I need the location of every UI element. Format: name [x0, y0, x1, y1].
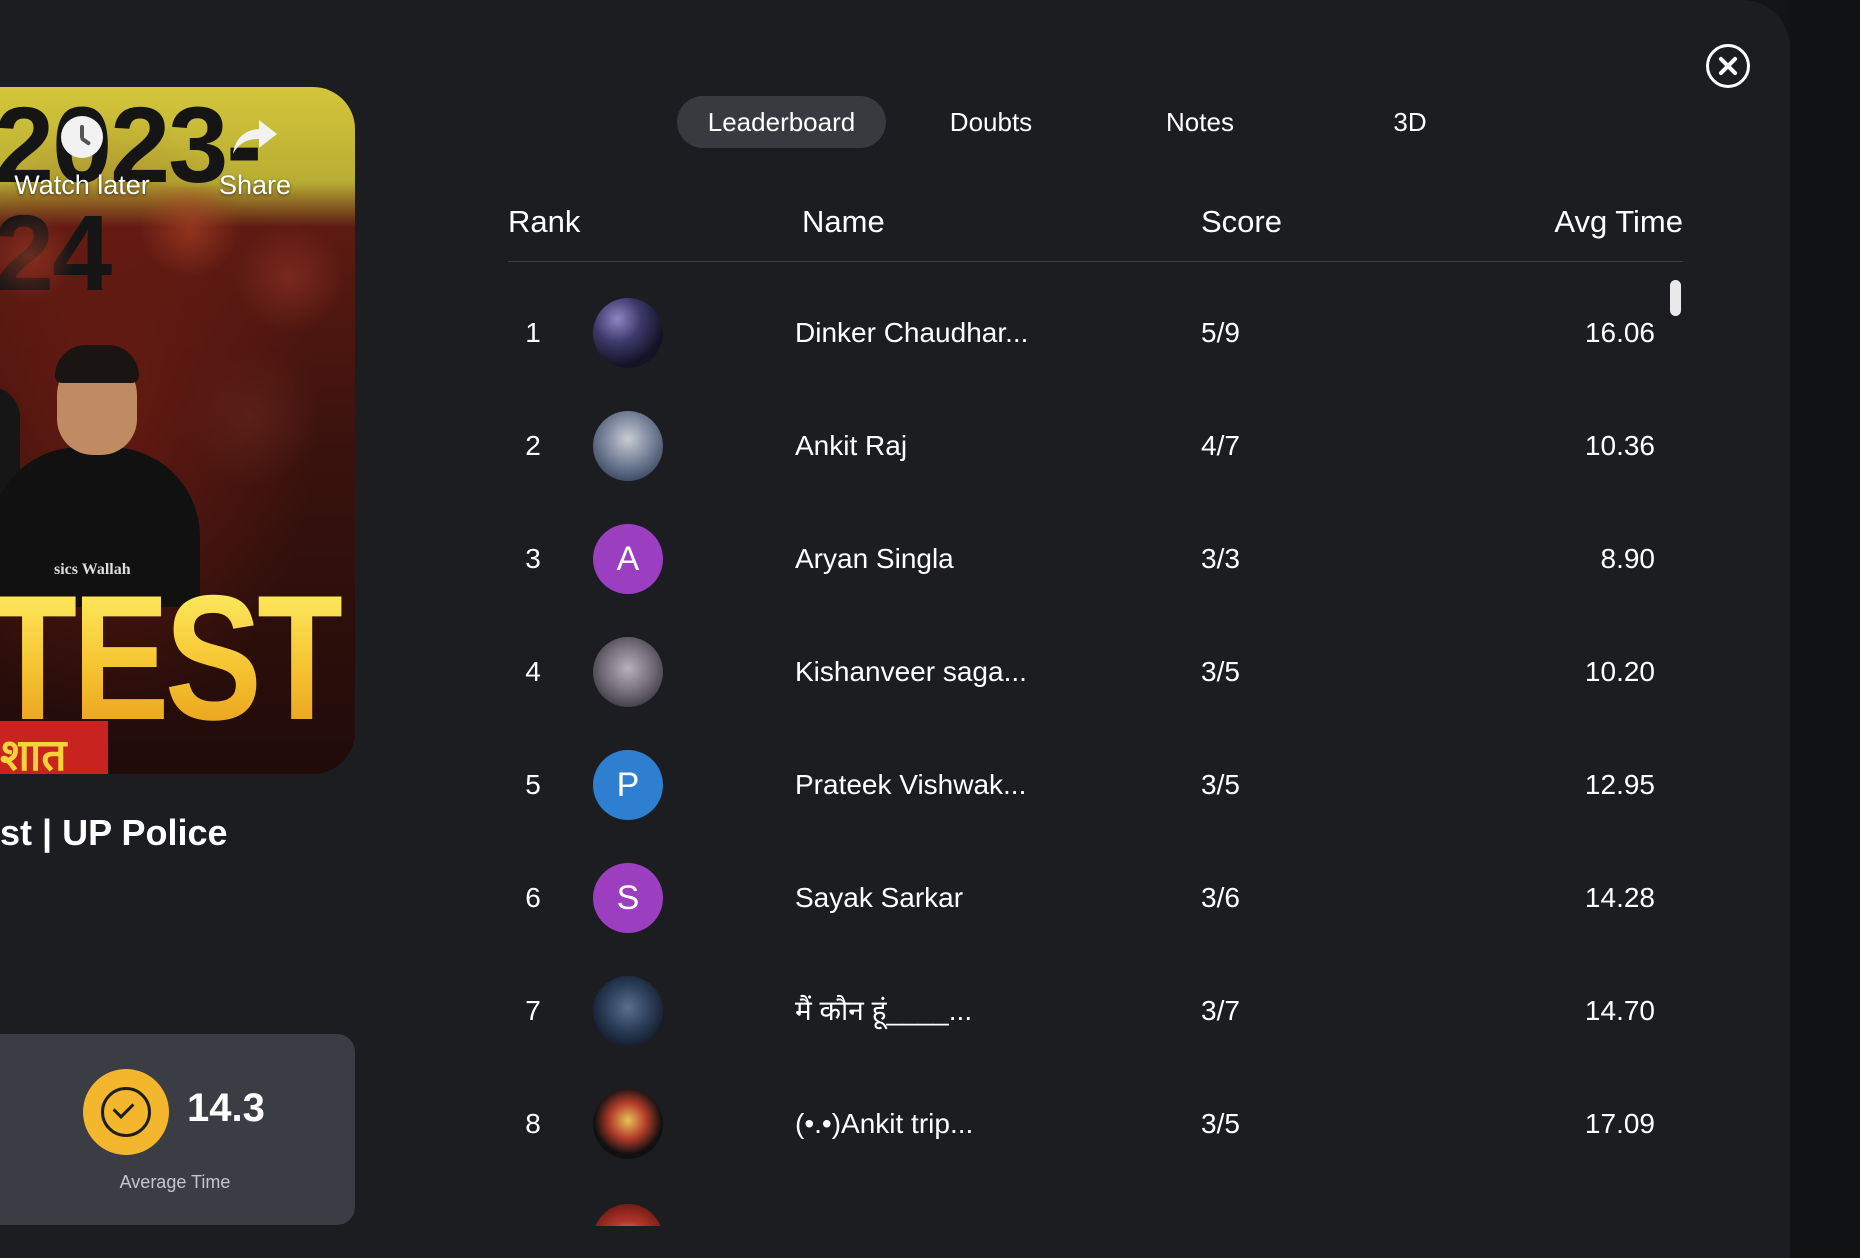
next-row-avatar-clipped: [593, 1204, 663, 1226]
row-rank: 4: [525, 656, 541, 687]
header-score: Score: [1201, 204, 1282, 239]
avatar: P: [593, 750, 663, 820]
background-edge: [1790, 0, 1860, 1258]
avatar: [593, 976, 663, 1046]
avatar: [593, 1204, 663, 1226]
table-row[interactable]: 3 A Aryan Singla 3/3 8.90: [0, 502, 1700, 615]
row-rank: 3: [525, 543, 541, 574]
row-avg-time: 8.90: [1600, 543, 1656, 574]
row-name: Sayak Sarkar: [795, 882, 964, 913]
table-row[interactable]: 1 Dinker Chaudhar... 5/9 16.06: [0, 276, 1700, 389]
table-row[interactable]: 4 Kishanveer saga... 3/5 10.20: [0, 615, 1700, 728]
table-row[interactable]: 6 S Sayak Sarkar 3/6 14.28: [0, 841, 1700, 954]
avatar: [593, 411, 663, 481]
row-score: 3/3: [1201, 543, 1240, 574]
row-score: 4/7: [1201, 430, 1240, 461]
share-label: Share: [218, 170, 292, 200]
row-name: Ankit Raj: [795, 430, 908, 461]
row-rank: 7: [525, 995, 541, 1026]
row-rank: 8: [525, 1108, 541, 1139]
share-arrow-icon: [233, 120, 277, 154]
row-name: मैं कौन हूं____...: [795, 995, 973, 1026]
tab-leaderboard[interactable]: Leaderboard: [677, 96, 886, 148]
close-icon[interactable]: [1706, 44, 1750, 88]
row-score: 3/7: [1201, 995, 1240, 1026]
row-avg-time: 14.28: [1584, 882, 1655, 913]
row-name: (•.•)Ankit trip...: [795, 1108, 974, 1139]
row-score: 5/9: [1201, 317, 1240, 348]
avatar: [593, 1089, 663, 1159]
header-avg-time: Avg Time: [1554, 204, 1683, 239]
row-score: 3/5: [1201, 769, 1240, 800]
row-rank: 6: [525, 882, 541, 913]
leaderboard-modal: 2023-24 sics Wallah TEST शात Watch later…: [0, 0, 1790, 1258]
table-row[interactable]: 7 मैं कौन हूं____... 3/7 14.70: [0, 954, 1700, 1067]
row-rank: 5: [525, 769, 541, 800]
row-avg-time: 17.09: [1584, 1108, 1655, 1139]
header-divider: [508, 261, 1683, 262]
row-score: 3/5: [1201, 1108, 1240, 1139]
tab-doubts[interactable]: Doubts: [920, 96, 1062, 148]
table-row[interactable]: 8 (•.•)Ankit trip... 3/5 17.09: [0, 1067, 1700, 1180]
row-name: Dinker Chaudhar...: [795, 317, 1029, 348]
row-avg-time: 14.70: [1584, 995, 1655, 1026]
row-name: Aryan Singla: [795, 543, 954, 574]
tab-3d[interactable]: 3D: [1370, 96, 1450, 148]
watch-later-label: Watch later: [14, 170, 150, 200]
avatar: [593, 298, 663, 368]
row-score: 3/5: [1201, 656, 1240, 687]
share-button[interactable]: Share: [210, 116, 300, 201]
header-name: Name: [802, 204, 885, 239]
row-name: Prateek Vishwak...: [795, 769, 1027, 800]
clock-icon: [61, 116, 103, 158]
table-row[interactable]: 5 P Prateek Vishwak... 3/5 12.95: [0, 728, 1700, 841]
table-row[interactable]: 2 Ankit Raj 4/7 10.36: [0, 389, 1700, 502]
row-avg-time: 10.20: [1584, 656, 1655, 687]
header-rank: Rank: [508, 204, 581, 239]
avatar: S: [593, 863, 663, 933]
avatar: A: [593, 524, 663, 594]
row-avg-time: 10.36: [1584, 430, 1655, 461]
row-rank: 1: [525, 317, 541, 348]
row-avg-time: 16.06: [1584, 317, 1655, 348]
row-avg-time: 12.95: [1584, 769, 1655, 800]
avatar: [593, 637, 663, 707]
row-score: 3/6: [1201, 882, 1240, 913]
watch-later-button[interactable]: Watch later: [2, 116, 162, 201]
tab-notes[interactable]: Notes: [1130, 96, 1270, 148]
row-rank: 2: [525, 430, 541, 461]
row-name: Kishanveer saga...: [795, 656, 1027, 687]
